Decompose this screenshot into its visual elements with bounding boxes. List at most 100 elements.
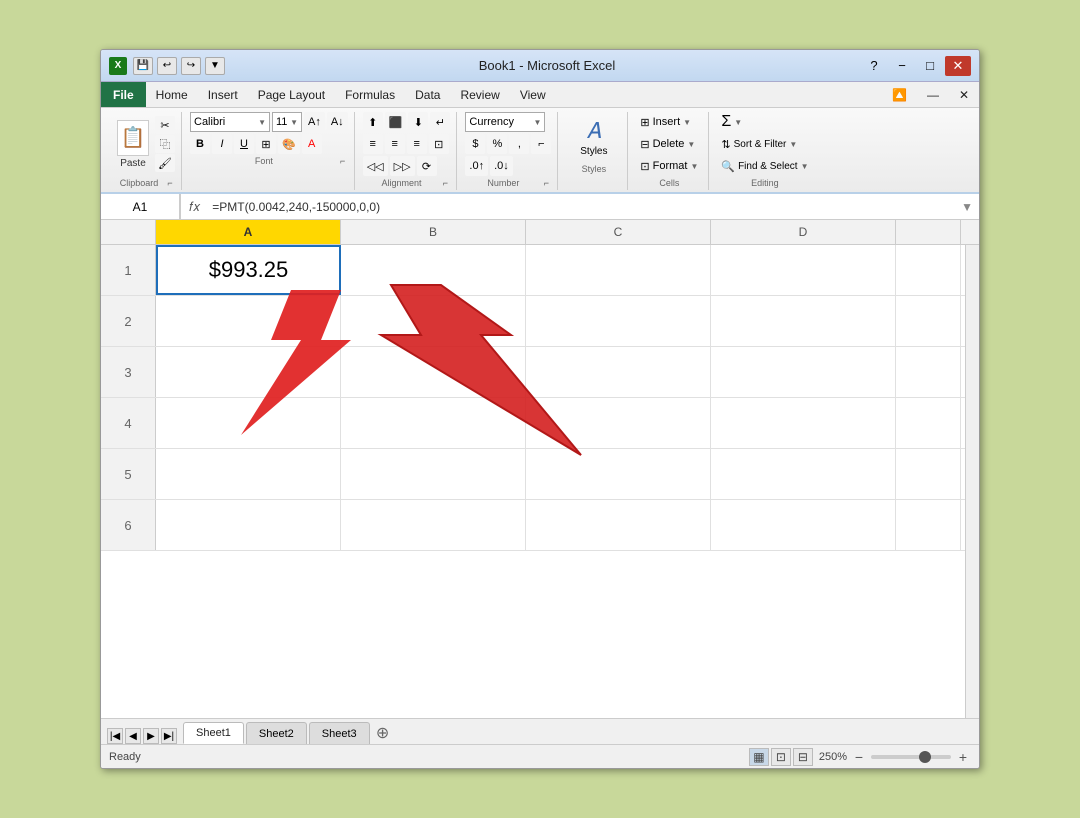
- clipboard-expand[interactable]: ⌐: [165, 178, 175, 188]
- cell-b2[interactable]: [341, 296, 526, 346]
- close-btn[interactable]: ✕: [945, 56, 971, 76]
- sheet-next-btn[interactable]: ▶: [143, 728, 159, 744]
- cut-btn[interactable]: ✂: [155, 116, 175, 134]
- add-sheet-btn[interactable]: ⊕: [372, 722, 394, 744]
- minimize-btn[interactable]: −: [889, 56, 915, 76]
- cell-c3[interactable]: [526, 347, 711, 397]
- file-menu[interactable]: File: [101, 82, 146, 107]
- col-header-c[interactable]: C: [526, 220, 711, 244]
- cell-b6[interactable]: [341, 500, 526, 550]
- right-align-btn[interactable]: ≡: [407, 134, 427, 154]
- center-align-btn[interactable]: ≡: [385, 134, 405, 154]
- sum-btn[interactable]: Σ ▼: [717, 112, 812, 132]
- indent-dec-btn[interactable]: ◁◁: [363, 156, 388, 176]
- wrap-text-btn[interactable]: ↵: [430, 112, 450, 132]
- help-icon[interactable]: 🔼: [882, 85, 917, 105]
- sheet-tab-3[interactable]: Sheet3: [309, 722, 370, 744]
- sheet-tab-2[interactable]: Sheet2: [246, 722, 307, 744]
- ribbon-toggle[interactable]: —: [917, 85, 949, 105]
- paste-btn[interactable]: 📋 Paste: [113, 118, 153, 171]
- cell-d6[interactable]: [711, 500, 896, 550]
- data-menu[interactable]: Data: [405, 85, 450, 105]
- decrease-font-btn[interactable]: A↓: [327, 112, 348, 132]
- col-header-a[interactable]: A: [156, 220, 341, 244]
- zoom-in-btn[interactable]: +: [955, 749, 971, 765]
- format-painter-btn[interactable]: 🖌: [155, 154, 175, 172]
- copy-btn[interactable]: ⿻: [155, 135, 175, 153]
- cell-d3[interactable]: [711, 347, 896, 397]
- left-align-btn[interactable]: ≡: [363, 134, 383, 154]
- text-dir-btn[interactable]: ⟳: [417, 156, 437, 176]
- alignment-expand[interactable]: ⌐: [440, 178, 450, 188]
- home-menu[interactable]: Home: [146, 85, 198, 105]
- customize-btn[interactable]: ▼: [205, 57, 225, 75]
- find-select-btn[interactable]: 🔍 Find & Select ▼: [717, 156, 812, 176]
- middle-align-btn[interactable]: ⬛: [385, 112, 407, 132]
- view-menu[interactable]: View: [510, 85, 556, 105]
- sheet-first-btn[interactable]: |◀: [107, 728, 123, 744]
- cell-a3[interactable]: [156, 347, 341, 397]
- cell-b1[interactable]: [341, 245, 526, 295]
- cell-c5[interactable]: [526, 449, 711, 499]
- bold-btn[interactable]: B: [190, 134, 210, 154]
- cell-b3[interactable]: [341, 347, 526, 397]
- font-expand[interactable]: ⌐: [338, 156, 348, 166]
- insert-cells-btn[interactable]: ⊞ Insert ▼: [636, 112, 702, 132]
- cell-d1[interactable]: [711, 245, 896, 295]
- formulas-menu[interactable]: Formulas: [335, 85, 405, 105]
- sheet-tab-1[interactable]: Sheet1: [183, 722, 244, 744]
- border-btn[interactable]: ⊞: [256, 134, 276, 154]
- sheet-prev-btn[interactable]: ◀: [125, 728, 141, 744]
- sort-filter-btn[interactable]: ⇅ Sort & Filter ▼: [717, 134, 812, 154]
- cell-b4[interactable]: [341, 398, 526, 448]
- dec-increase-btn[interactable]: .0↑: [465, 156, 488, 176]
- font-size-box[interactable]: 11 ▼: [272, 112, 302, 132]
- indent-inc-btn[interactable]: ▷▷: [390, 156, 415, 176]
- format-cells-btn[interactable]: ⊡ Format ▼: [636, 156, 702, 176]
- delete-cells-btn[interactable]: ⊟ Delete ▼: [636, 134, 702, 154]
- cell-c2[interactable]: [526, 296, 711, 346]
- vertical-scrollbar[interactable]: [965, 245, 979, 718]
- cell-d4[interactable]: [711, 398, 896, 448]
- maximize-btn[interactable]: □: [917, 56, 943, 76]
- top-align-btn[interactable]: ⬆: [363, 112, 383, 132]
- cell-a1[interactable]: $993.25: [156, 245, 341, 295]
- cell-d5[interactable]: [711, 449, 896, 499]
- dollar-btn[interactable]: $: [465, 134, 485, 154]
- comma-btn[interactable]: ,: [509, 134, 529, 154]
- col-header-b[interactable]: B: [341, 220, 526, 244]
- increase-font-btn[interactable]: A↑: [304, 112, 325, 132]
- font-color-btn[interactable]: A: [302, 134, 322, 154]
- number-expand[interactable]: ⌐: [541, 178, 551, 188]
- zoom-thumb[interactable]: [919, 751, 931, 763]
- bottom-align-btn[interactable]: ⬇: [408, 112, 428, 132]
- dec-decrease-btn[interactable]: .0↓: [490, 156, 513, 176]
- sheet-last-btn[interactable]: ▶|: [161, 728, 177, 744]
- save-quick-btn[interactable]: 💾: [133, 57, 153, 75]
- help-btn[interactable]: ?: [861, 56, 887, 76]
- cell-b5[interactable]: [341, 449, 526, 499]
- font-name-box[interactable]: Calibri ▼: [190, 112, 270, 132]
- cell-c1[interactable]: [526, 245, 711, 295]
- col-header-d[interactable]: D: [711, 220, 896, 244]
- cell-a4[interactable]: [156, 398, 341, 448]
- underline-btn[interactable]: U: [234, 134, 254, 154]
- cell-c6[interactable]: [526, 500, 711, 550]
- name-box[interactable]: A1: [101, 194, 181, 219]
- formula-expand-btn[interactable]: ▼: [955, 200, 979, 214]
- cell-a5[interactable]: [156, 449, 341, 499]
- cell-c4[interactable]: [526, 398, 711, 448]
- zoom-out-btn[interactable]: −: [851, 749, 867, 765]
- zoom-slider[interactable]: [871, 755, 951, 759]
- ribbon-expand[interactable]: ✕: [949, 85, 979, 105]
- number-format-dropdown[interactable]: Currency ▼: [465, 112, 545, 132]
- italic-btn[interactable]: I: [212, 134, 232, 154]
- percent-btn[interactable]: %: [487, 134, 507, 154]
- page-layout-btn[interactable]: ⊡: [771, 748, 791, 766]
- page-layout-menu[interactable]: Page Layout: [248, 85, 335, 105]
- cell-d2[interactable]: [711, 296, 896, 346]
- cell-a2[interactable]: [156, 296, 341, 346]
- cell-a6[interactable]: [156, 500, 341, 550]
- page-break-btn[interactable]: ⊟: [793, 748, 813, 766]
- insert-menu[interactable]: Insert: [198, 85, 248, 105]
